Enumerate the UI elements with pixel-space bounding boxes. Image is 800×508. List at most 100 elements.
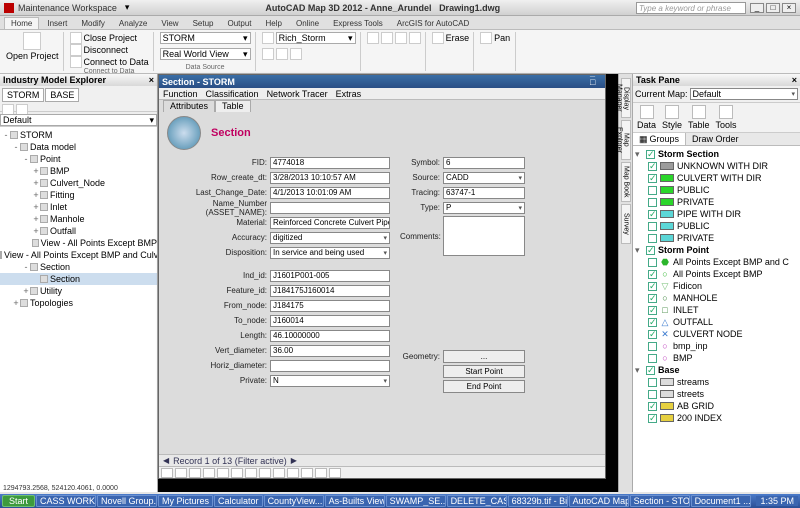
tree-item[interactable]: +Fitting (0, 189, 157, 201)
maximize-button[interactable]: □ (766, 3, 780, 13)
taskbar-item[interactable]: My Pictures (158, 495, 213, 507)
pan-button[interactable]: Pan (480, 32, 511, 44)
tree-item[interactable]: -Point (0, 153, 157, 165)
dlg-tool[interactable] (259, 468, 271, 478)
explorer-filter-combo[interactable]: Default▾ (0, 114, 157, 126)
dlg-tool[interactable] (287, 468, 299, 478)
layer-checkbox[interactable] (648, 198, 657, 207)
ribbon-tab-insert[interactable]: Insert (41, 18, 73, 29)
minimize-button[interactable]: _ (750, 3, 764, 13)
field-input[interactable]: J184175 (270, 300, 390, 312)
layer-row[interactable]: PUBLIC (635, 184, 798, 196)
model-tree[interactable]: -STORM-Data model-Point+BMP+Culvert_Node… (0, 126, 157, 492)
layer-checkbox[interactable] (648, 210, 657, 219)
layer-checkbox[interactable] (648, 402, 657, 411)
layer-row[interactable]: PUBLIC (635, 220, 798, 232)
tree-item[interactable]: +Topologies (0, 297, 157, 309)
side-tab[interactable]: Map Explorer (621, 120, 631, 160)
layer-checkbox[interactable] (648, 162, 657, 171)
layer-row[interactable]: PRIVATE (635, 232, 798, 244)
groups-tab[interactable]: ▦Groups (633, 133, 686, 145)
dlg-tool[interactable] (315, 468, 327, 478)
field-input[interactable]: 63747-1 (443, 187, 525, 199)
layer-checkbox[interactable] (648, 306, 657, 315)
ribbon-tab-arcgis-for-autocad[interactable]: ArcGIS for AutoCAD (391, 18, 475, 29)
layer-checkbox[interactable] (648, 222, 657, 231)
end-point-button[interactable]: End Point (443, 380, 525, 393)
layer-row[interactable]: ○bmp_inp (635, 340, 798, 352)
tree-item[interactable]: +Culvert_Node (0, 177, 157, 189)
field-input[interactable]: J160014 (270, 315, 390, 327)
layer-row[interactable]: PRIVATE (635, 196, 798, 208)
field-input[interactable]: 36.00 (270, 345, 390, 357)
start-button[interactable]: Start (2, 495, 35, 507)
tree-item[interactable]: +Utility (0, 285, 157, 297)
field-input[interactable]: J184175J160014 (270, 285, 390, 297)
dlg-tool[interactable] (301, 468, 313, 478)
tool-icon-5[interactable] (381, 32, 393, 44)
field-input[interactable]: P (443, 202, 525, 214)
tools-button[interactable]: Tools (716, 105, 737, 130)
geometry-button[interactable]: ... (443, 350, 525, 363)
table-tab[interactable]: Table (215, 100, 251, 112)
dlg-tool[interactable] (189, 468, 201, 478)
ribbon-tab-output[interactable]: Output (222, 18, 258, 29)
layer-row[interactable]: □INLET (635, 304, 798, 316)
ribbon-tab-view[interactable]: View (155, 18, 184, 29)
dlg-tool[interactable] (175, 468, 187, 478)
close-button[interactable]: × (782, 3, 796, 13)
taskbar-item[interactable]: DELETE_CAS... (447, 495, 507, 507)
layer-checkbox[interactable] (648, 378, 657, 387)
field-input[interactable]: 3/28/2013 10:10:57 AM (270, 172, 390, 184)
layer-checkbox[interactable] (648, 186, 657, 195)
drawing-canvas[interactable]: Section - STORM _□× FunctionClassificati… (158, 74, 618, 492)
field-input[interactable]: 4/1/2013 10:01:09 AM (270, 187, 390, 199)
taskbar-item[interactable]: Novell Group... (97, 495, 157, 507)
disconnect-button[interactable]: Disconnect (70, 44, 149, 56)
dlg-tool[interactable] (273, 468, 285, 478)
layer-row[interactable]: 200 INDEX (635, 412, 798, 424)
layer-row[interactable]: ✕CULVERT NODE (635, 328, 798, 340)
ribbon-tab-modify[interactable]: Modify (75, 18, 111, 29)
layer-row[interactable]: ▾Storm Section (635, 148, 798, 160)
ribbon-tab-home[interactable]: Home (4, 17, 39, 29)
taskbar-item[interactable]: Document1 ... (691, 495, 751, 507)
ribbon-tab-online[interactable]: Online (290, 18, 325, 29)
layer-row[interactable]: ○All Points Except BMP (635, 268, 798, 280)
dialog-title-bar[interactable]: Section - STORM _□× (159, 75, 605, 88)
layer-row[interactable]: CULVERT WITH DIR (635, 172, 798, 184)
tree-item[interactable]: +Inlet (0, 201, 157, 213)
layer-row[interactable]: UNKNOWN WITH DIR (635, 160, 798, 172)
field-input[interactable]: CADD (443, 172, 525, 184)
field-input[interactable]: 4774018 (270, 157, 390, 169)
dialog-maximize[interactable]: □ (590, 77, 602, 86)
field-input[interactable]: In service and being used (270, 247, 390, 259)
dlg-tool[interactable] (161, 468, 173, 478)
dlg-tool[interactable] (203, 468, 215, 478)
style-button[interactable]: Style (662, 105, 682, 130)
layer-row[interactable]: ⬣All Points Except BMP and C (635, 256, 798, 268)
tool-icon-1[interactable] (262, 48, 274, 60)
erase-button[interactable]: Erase (432, 32, 470, 44)
tree-item[interactable]: -Data model (0, 141, 157, 153)
layer-checkbox[interactable] (646, 366, 655, 375)
tree-item[interactable]: Section (0, 273, 157, 285)
taskbar-item[interactable]: CountyView... (264, 495, 324, 507)
tree-item[interactable]: +Outfall (0, 225, 157, 237)
taskbar-item[interactable]: As-Builts Viewer (325, 495, 385, 507)
layer-row[interactable]: streams (635, 376, 798, 388)
layer-checkbox[interactable] (648, 414, 657, 423)
tool-icon-7[interactable] (409, 32, 421, 44)
current-map-combo[interactable]: Default (690, 88, 798, 100)
storm-combo[interactable]: STORM▾ (160, 32, 251, 44)
taskbar-item[interactable]: Calculator (214, 495, 263, 507)
task-pane-close-icon[interactable]: × (792, 75, 797, 85)
data-button[interactable]: Data (637, 105, 656, 130)
dlg-tool[interactable] (231, 468, 243, 478)
layer-checkbox[interactable] (646, 150, 655, 159)
taskbar-item[interactable]: CASS WORKS (36, 495, 96, 507)
tool-icon-4[interactable] (367, 32, 379, 44)
dlg-tool[interactable] (245, 468, 257, 478)
panel-close-icon[interactable]: × (149, 75, 154, 85)
ribbon-tab-setup[interactable]: Setup (187, 18, 220, 29)
